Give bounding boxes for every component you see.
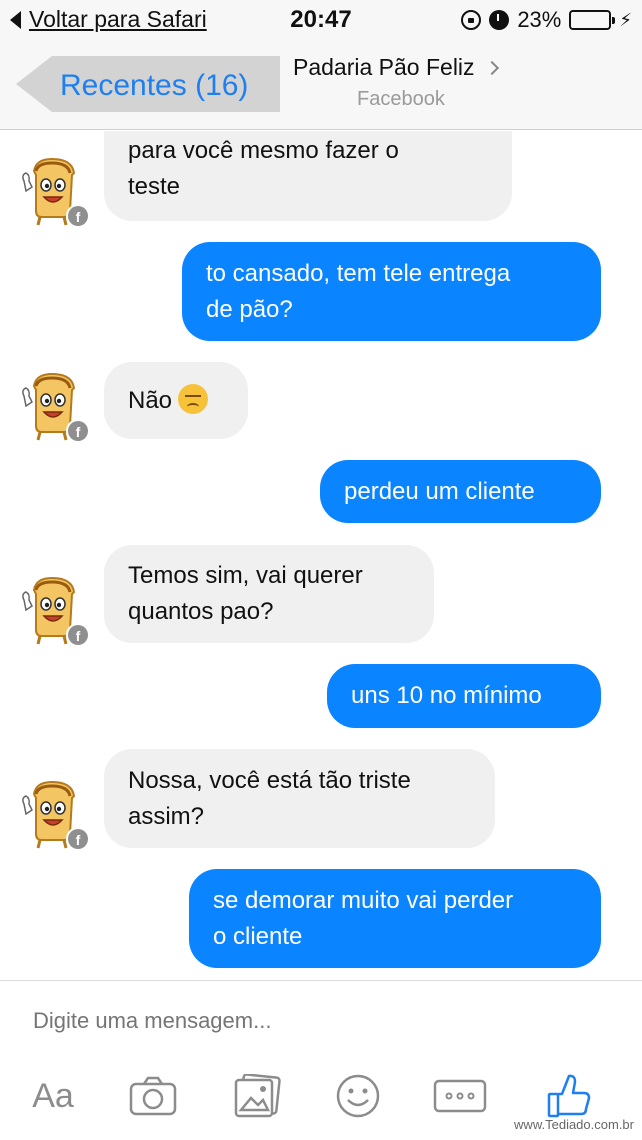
message-line: teste — [128, 173, 181, 200]
outgoing-message[interactable]: to cansado, tem tele entrega de pão? — [182, 242, 601, 341]
incoming-message[interactable]: Nossa, você está tão triste assim? — [104, 749, 495, 848]
svg-text:f: f — [76, 628, 81, 644]
page-avatar[interactable]: f — [18, 776, 90, 856]
conversation-name: Padaria Pão Feliz — [293, 54, 475, 80]
emoji-icon-svg — [336, 1074, 380, 1118]
message-line: assim? — [128, 802, 205, 830]
back-button-label[interactable]: Recentes (16) — [60, 69, 248, 103]
composer-toolbar: Aa — [0, 1071, 642, 1121]
toast-avatar-icon: f — [22, 780, 90, 851]
message-line: de pão? — [206, 295, 293, 323]
incoming-message[interactable]: Temos sim, vai querer quantos pao? — [104, 545, 434, 643]
text-format-icon[interactable]: Aa — [28, 1071, 78, 1121]
alarm-icon — [489, 10, 510, 30]
more-icon[interactable] — [433, 1071, 487, 1121]
camera-icon-svg — [129, 1076, 177, 1116]
gallery-icon[interactable] — [231, 1071, 283, 1121]
like-icon-svg — [547, 1074, 591, 1118]
page-avatar[interactable]: f — [18, 572, 90, 652]
gallery-icon-svg — [234, 1074, 281, 1118]
message-composer: Aa — [0, 980, 642, 1140]
message-line: para você mesmo fazer o — [128, 137, 399, 164]
message-line: perdeu um cliente — [344, 477, 535, 505]
conversation-title[interactable]: Padaria Pão Feliz — [293, 54, 499, 81]
message-text: Não — [128, 386, 173, 414]
camera-icon[interactable] — [128, 1071, 178, 1121]
conversation-subtitle: Facebook — [357, 88, 445, 110]
page-avatar[interactable]: f — [18, 153, 90, 233]
conversation-header: Recentes (16) Padaria Pão Feliz Facebook — [0, 42, 642, 130]
more-icon-svg — [433, 1079, 487, 1113]
message-line: Temos sim, vai querer — [128, 562, 363, 589]
incoming-message[interactable]: para você mesmo fazer o teste — [104, 131, 512, 221]
message-input[interactable] — [33, 1008, 593, 1034]
message-line: quantos pao? — [128, 598, 274, 625]
battery-icon — [569, 10, 616, 30]
page-avatar[interactable]: f — [18, 368, 90, 448]
disappointed-face-emoji-icon — [178, 384, 209, 415]
toast-avatar-icon: f — [22, 157, 90, 228]
message-list[interactable]: para você mesmo fazer o teste f to cansa… — [0, 131, 642, 980]
message-line: o cliente — [213, 922, 303, 950]
incoming-message[interactable]: Não — [104, 362, 248, 439]
status-indicators: 23% ⚡ — [461, 7, 632, 33]
rotation-lock-icon — [461, 10, 482, 30]
svg-text:f: f — [76, 832, 81, 848]
like-icon[interactable] — [544, 1071, 594, 1121]
status-bar: Voltar para Safari 20:47 23% ⚡ — [0, 0, 642, 42]
message-line: Não — [128, 383, 224, 419]
svg-text:f: f — [76, 209, 81, 225]
message-line: to cansado, tem tele entrega — [206, 259, 511, 287]
message-line: uns 10 no mínimo — [351, 682, 542, 709]
battery-percent: 23% — [517, 7, 562, 32]
emoji-icon[interactable] — [334, 1071, 382, 1121]
chevron-right-icon — [484, 60, 499, 75]
charging-bolt-icon: ⚡ — [619, 9, 632, 30]
outgoing-message[interactable]: se demorar muito vai perder o cliente — [189, 869, 601, 968]
toast-avatar-icon: f — [22, 576, 90, 647]
message-line: se demorar muito vai perder — [213, 886, 514, 914]
message-line: Nossa, você está tão triste — [128, 766, 411, 794]
toast-avatar-icon: f — [22, 372, 90, 443]
watermark: www.Tediado.com.br — [514, 1117, 634, 1132]
outgoing-message[interactable]: perdeu um cliente — [320, 460, 601, 523]
svg-text:f: f — [76, 424, 81, 440]
outgoing-message[interactable]: uns 10 no mínimo — [327, 664, 601, 728]
